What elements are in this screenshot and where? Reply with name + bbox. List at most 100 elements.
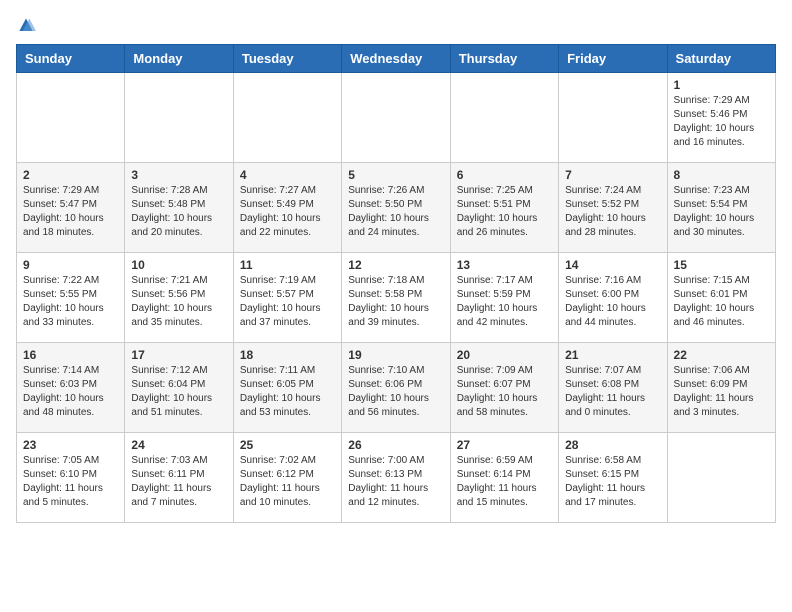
day-number: 9 — [23, 258, 118, 272]
day-number: 18 — [240, 348, 335, 362]
calendar: SundayMondayTuesdayWednesdayThursdayFrid… — [16, 44, 776, 523]
day-info: Sunrise: 7:09 AM Sunset: 6:07 PM Dayligh… — [457, 364, 552, 420]
calendar-cell: 5Sunrise: 7:26 AM Sunset: 5:50 PM Daylig… — [342, 163, 450, 253]
calendar-cell: 6 Sunrise: 7:25 AM Sunset: 5:51 PM Daylig… — [450, 163, 558, 253]
week-row-1: 2Sunrise: 7:29 AM Sunset: 5:47 PM Daylig… — [17, 163, 776, 253]
day-number: 22 — [674, 348, 769, 362]
calendar-cell: 25Sunrise: 7:02 AM Sunset: 6:12 PM Dayli… — [233, 433, 341, 523]
day-info: Sunrise: 7:17 AM Sunset: 5:59 PM Dayligh… — [457, 274, 552, 330]
day-info: Sunrise: 7:10 AM Sunset: 6:06 PM Dayligh… — [348, 364, 443, 420]
day-number: 14 — [565, 258, 660, 272]
day-number: 28 — [565, 438, 660, 452]
calendar-cell: 15 Sunrise: 7:15 AM Sunset: 6:01 PM Dayli… — [667, 253, 775, 343]
calendar-cell: 1 Sunrise: 7:29 AM Sunset: 5:46 PM Daylig… — [667, 73, 775, 163]
day-info: Sunrise: 7:22 AM Sunset: 5:55 PM Dayligh… — [23, 274, 118, 330]
calendar-cell: 7 Sunrise: 7:24 AM Sunset: 5:52 PM Daylig… — [559, 163, 667, 253]
day-header-thursday: Thursday — [450, 45, 558, 73]
logo-icon — [16, 16, 36, 36]
day-info: Sunrise: 7:28 AM Sunset: 5:48 PM Dayligh… — [131, 184, 226, 240]
week-row-3: 16 Sunrise: 7:14 AM Sunset: 6:03 PM Dayli… — [17, 343, 776, 433]
calendar-cell: 9 Sunrise: 7:22 AM Sunset: 5:55 PM Daylig… — [17, 253, 125, 343]
day-info: Sunrise: 7:18 AM Sunset: 5:58 PM Dayligh… — [348, 274, 443, 330]
day-number: 4 — [240, 168, 335, 182]
calendar-cell: 19 Sunrise: 7:10 AM Sunset: 6:06 PM Dayli… — [342, 343, 450, 433]
day-number: 27 — [457, 438, 552, 452]
calendar-cell — [233, 73, 341, 163]
calendar-cell: 26 Sunrise: 7:00 AM Sunset: 6:13 PM Dayli… — [342, 433, 450, 523]
day-number: 19 — [348, 348, 443, 362]
day-number: 20 — [457, 348, 552, 362]
calendar-cell — [17, 73, 125, 163]
day-number: 16 — [23, 348, 118, 362]
day-info: Sunrise: 7:00 AM Sunset: 6:13 PM Dayligh… — [348, 454, 443, 510]
calendar-cell: 27 Sunrise: 6:59 AM Sunset: 6:14 PM Dayli… — [450, 433, 558, 523]
day-number: 24 — [131, 438, 226, 452]
calendar-cell: 11Sunrise: 7:19 AM Sunset: 5:57 PM Dayli… — [233, 253, 341, 343]
day-info: Sunrise: 6:58 AM Sunset: 6:15 PM Dayligh… — [565, 454, 660, 510]
calendar-cell: 3 Sunrise: 7:28 AM Sunset: 5:48 PM Daylig… — [125, 163, 233, 253]
calendar-cell: 8Sunrise: 7:23 AM Sunset: 5:54 PM Daylig… — [667, 163, 775, 253]
day-header-saturday: Saturday — [667, 45, 775, 73]
day-info: Sunrise: 7:16 AM Sunset: 6:00 PM Dayligh… — [565, 274, 660, 330]
calendar-cell: 18Sunrise: 7:11 AM Sunset: 6:05 PM Dayli… — [233, 343, 341, 433]
day-info: Sunrise: 7:05 AM Sunset: 6:10 PM Dayligh… — [23, 454, 118, 510]
day-info: Sunrise: 7:03 AM Sunset: 6:11 PM Dayligh… — [131, 454, 226, 510]
calendar-cell: 22 Sunrise: 7:06 AM Sunset: 6:09 PM Dayli… — [667, 343, 775, 433]
calendar-cell — [559, 73, 667, 163]
day-info: Sunrise: 7:27 AM Sunset: 5:49 PM Dayligh… — [240, 184, 335, 240]
day-number: 6 — [457, 168, 552, 182]
day-number: 1 — [674, 78, 769, 92]
day-number: 15 — [674, 258, 769, 272]
calendar-cell — [342, 73, 450, 163]
day-info: Sunrise: 6:59 AM Sunset: 6:14 PM Dayligh… — [457, 454, 552, 510]
day-info: Sunrise: 7:06 AM Sunset: 6:09 PM Dayligh… — [674, 364, 769, 420]
calendar-cell: 2Sunrise: 7:29 AM Sunset: 5:47 PM Daylig… — [17, 163, 125, 253]
calendar-cell: 23 Sunrise: 7:05 AM Sunset: 6:10 PM Dayli… — [17, 433, 125, 523]
calendar-body: 1 Sunrise: 7:29 AM Sunset: 5:46 PM Daylig… — [17, 73, 776, 523]
calendar-cell: 13 Sunrise: 7:17 AM Sunset: 5:59 PM Dayli… — [450, 253, 558, 343]
day-number: 7 — [565, 168, 660, 182]
calendar-cell: 24 Sunrise: 7:03 AM Sunset: 6:11 PM Dayli… — [125, 433, 233, 523]
day-number: 2 — [23, 168, 118, 182]
week-row-4: 23 Sunrise: 7:05 AM Sunset: 6:10 PM Dayli… — [17, 433, 776, 523]
calendar-cell — [450, 73, 558, 163]
calendar-cell — [667, 433, 775, 523]
calendar-cell: 28 Sunrise: 6:58 AM Sunset: 6:15 PM Dayli… — [559, 433, 667, 523]
day-header-monday: Monday — [125, 45, 233, 73]
week-row-2: 9 Sunrise: 7:22 AM Sunset: 5:55 PM Daylig… — [17, 253, 776, 343]
day-number: 17 — [131, 348, 226, 362]
day-number: 13 — [457, 258, 552, 272]
calendar-cell — [125, 73, 233, 163]
day-info: Sunrise: 7:21 AM Sunset: 5:56 PM Dayligh… — [131, 274, 226, 330]
day-header-friday: Friday — [559, 45, 667, 73]
calendar-header-row: SundayMondayTuesdayWednesdayThursdayFrid… — [17, 45, 776, 73]
day-number: 11 — [240, 258, 335, 272]
day-info: Sunrise: 7:25 AM Sunset: 5:51 PM Dayligh… — [457, 184, 552, 240]
day-number: 10 — [131, 258, 226, 272]
day-header-tuesday: Tuesday — [233, 45, 341, 73]
page-header — [16, 16, 776, 36]
day-header-wednesday: Wednesday — [342, 45, 450, 73]
day-info: Sunrise: 7:29 AM Sunset: 5:46 PM Dayligh… — [674, 94, 769, 150]
calendar-cell: 21 Sunrise: 7:07 AM Sunset: 6:08 PM Dayli… — [559, 343, 667, 433]
day-number: 23 — [23, 438, 118, 452]
day-number: 12 — [348, 258, 443, 272]
day-header-sunday: Sunday — [17, 45, 125, 73]
day-info: Sunrise: 7:15 AM Sunset: 6:01 PM Dayligh… — [674, 274, 769, 330]
day-info: Sunrise: 7:12 AM Sunset: 6:04 PM Dayligh… — [131, 364, 226, 420]
calendar-cell: 10 Sunrise: 7:21 AM Sunset: 5:56 PM Dayli… — [125, 253, 233, 343]
day-number: 26 — [348, 438, 443, 452]
calendar-cell: 16 Sunrise: 7:14 AM Sunset: 6:03 PM Dayli… — [17, 343, 125, 433]
day-info: Sunrise: 7:07 AM Sunset: 6:08 PM Dayligh… — [565, 364, 660, 420]
day-number: 5 — [348, 168, 443, 182]
logo — [16, 16, 40, 36]
calendar-cell: 17 Sunrise: 7:12 AM Sunset: 6:04 PM Dayli… — [125, 343, 233, 433]
week-row-0: 1 Sunrise: 7:29 AM Sunset: 5:46 PM Daylig… — [17, 73, 776, 163]
day-number: 3 — [131, 168, 226, 182]
calendar-cell: 14 Sunrise: 7:16 AM Sunset: 6:00 PM Dayli… — [559, 253, 667, 343]
day-number: 21 — [565, 348, 660, 362]
calendar-cell: 12 Sunrise: 7:18 AM Sunset: 5:58 PM Dayli… — [342, 253, 450, 343]
day-info: Sunrise: 7:24 AM Sunset: 5:52 PM Dayligh… — [565, 184, 660, 240]
day-info: Sunrise: 7:14 AM Sunset: 6:03 PM Dayligh… — [23, 364, 118, 420]
calendar-cell: 20 Sunrise: 7:09 AM Sunset: 6:07 PM Dayli… — [450, 343, 558, 433]
